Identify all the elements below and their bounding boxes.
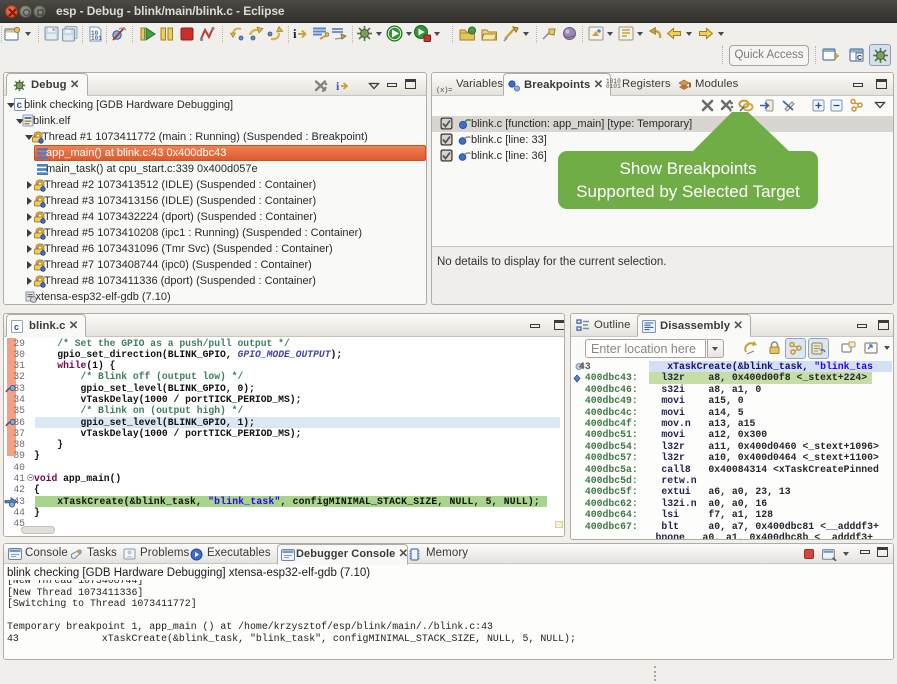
- svg-text:i: i: [293, 26, 297, 41]
- svg-text:c: c: [14, 322, 19, 332]
- svg-text:101: 101: [91, 35, 102, 42]
- svg-text:i: i: [336, 79, 340, 92]
- svg-text:C: C: [857, 55, 862, 62]
- svg-text:c: c: [17, 100, 23, 111]
